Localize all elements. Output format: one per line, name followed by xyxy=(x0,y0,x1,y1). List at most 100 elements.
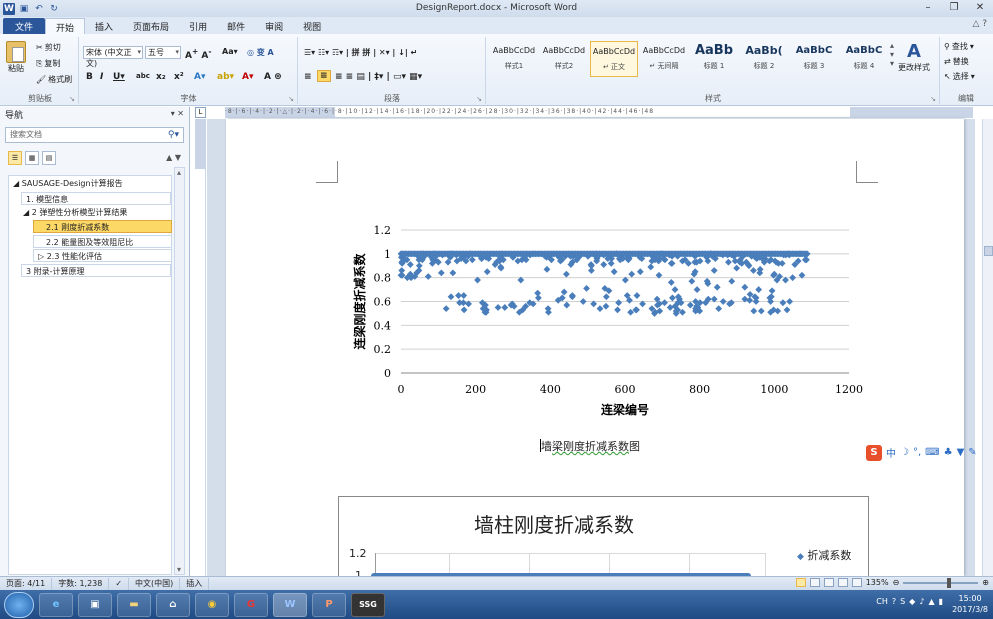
vertical-ruler[interactable] xyxy=(195,119,206,576)
tab-insert[interactable]: 插入 xyxy=(85,18,123,34)
help-icon[interactable]: △ ? xyxy=(972,19,987,29)
italic-icon[interactable]: I xyxy=(100,72,103,82)
tray-lang-icon[interactable]: CH xyxy=(876,597,888,606)
style-no-spacing[interactable]: AaBbCcDd ↵ 无间隔 xyxy=(640,41,688,77)
chart-caption[interactable]: 墙梁刚度折减系数图 xyxy=(540,438,640,454)
results-view-icon[interactable]: ▤ xyxy=(42,151,56,165)
spell-check-icon[interactable]: ✓ xyxy=(109,577,130,590)
status-words[interactable]: 字数: 1,238 xyxy=(52,577,110,590)
close-icon[interactable]: ✕ xyxy=(967,0,993,17)
tree-item-performance[interactable]: ▷ 2.3 性能化评估 xyxy=(33,249,172,262)
font-color-icon[interactable]: A▾ xyxy=(242,72,253,82)
styles-scroll-icon[interactable]: ▴ ▾ ▾ xyxy=(890,41,894,68)
status-mode[interactable]: 插入 xyxy=(180,577,210,590)
font-launcher-icon[interactable]: ↘ xyxy=(288,95,294,103)
ruler-toggle-icon[interactable]: L xyxy=(195,107,206,118)
ssg-icon[interactable]: SSG xyxy=(351,592,385,617)
minimize-icon[interactable]: – xyxy=(915,0,941,17)
copy-button[interactable]: ⎘ 复制 xyxy=(36,58,60,69)
style-heading-4[interactable]: AaBbC 标题 4 xyxy=(840,41,888,77)
style-2[interactable]: AaBbCcDd 样式2 xyxy=(540,41,588,77)
ime-wrench-icon[interactable]: ✎ xyxy=(968,447,976,458)
zoom-slider[interactable] xyxy=(903,577,979,588)
headings-view-icon[interactable]: ☰ xyxy=(8,151,22,165)
nav-scrollbar[interactable] xyxy=(174,167,185,575)
tree-item-appendix[interactable]: 3 附录-计算原理 xyxy=(21,264,171,277)
style-heading-3[interactable]: AaBbC 标题 3 xyxy=(790,41,838,77)
nav-close-icon[interactable]: ▾ ✕ xyxy=(171,109,184,118)
folder-icon[interactable]: ▬ xyxy=(117,592,151,617)
font-size-combo[interactable]: 五号 xyxy=(145,46,181,59)
ime-shirt-icon[interactable]: ▼ xyxy=(957,447,965,458)
tab-file[interactable]: 文件 xyxy=(3,18,46,34)
taskbar-clock[interactable]: 15:00 2017/3/8 xyxy=(952,593,988,615)
align-center-icon[interactable]: ≡ xyxy=(317,70,331,82)
nav-prev-next-icon[interactable]: ▲ ▼ xyxy=(166,152,181,166)
subscript-icon[interactable]: x₂ xyxy=(156,72,166,82)
align-right-icon[interactable]: ≡ ≡ ▤ | ‡▾ | ▭▾ ▦▾ xyxy=(335,72,422,82)
tree-item-stiffness[interactable]: 2.1 刚度折减系数 xyxy=(33,220,172,233)
char-shading-icon[interactable]: A ⊛ xyxy=(264,72,282,82)
ime-keyboard-icon[interactable]: ⌨ xyxy=(925,447,939,458)
ime-lang[interactable]: 中 xyxy=(886,445,896,460)
tray-network-icon[interactable]: ◆ xyxy=(909,597,915,606)
document-scrollbar[interactable] xyxy=(982,119,993,576)
highlight-icon[interactable]: ab▾ xyxy=(217,72,234,82)
redo-icon[interactable]: ↻ xyxy=(48,3,60,15)
tree-item-model-info[interactable]: 1. 模型信息 xyxy=(21,192,171,205)
ime-moon-icon[interactable]: ☽ xyxy=(900,447,909,458)
tray-volume-icon[interactable]: ♪ xyxy=(919,597,924,606)
pages-view-icon[interactable]: ▦ xyxy=(25,151,39,165)
strikethrough-icon[interactable]: abc xyxy=(136,72,150,80)
outline-icon[interactable] xyxy=(837,578,848,587)
tab-home[interactable]: 开始 xyxy=(45,18,86,34)
superscript-icon[interactable]: x² xyxy=(174,72,184,82)
horizontal-ruler[interactable]: ·8·|·6·|·4·|·2·|·△·|·2·|·4·|·6·|·8·|10·|… xyxy=(225,107,973,118)
full-screen-icon[interactable] xyxy=(809,578,820,587)
zoom-out-icon[interactable]: ⊖ xyxy=(893,578,900,587)
underline-icon[interactable]: U▾ xyxy=(113,72,125,82)
paste-button[interactable]: 粘贴 xyxy=(6,41,26,74)
ime-user-icon[interactable]: ♣ xyxy=(944,447,953,458)
word-icon[interactable]: W xyxy=(273,592,307,617)
find-button[interactable]: ⚲ 查找 ▾ xyxy=(944,41,974,52)
zoom-slider-knob[interactable] xyxy=(947,577,952,588)
tree-item-energy[interactable]: 2.2 能量图及等效阻尼比 xyxy=(33,235,172,248)
tab-view[interactable]: 视图 xyxy=(293,18,331,34)
bullets-icon[interactable]: ☰▾ ☷▾ ☶▾ | 拼 拼 | ✕▾ | ↓| ↵ xyxy=(304,47,417,58)
replace-button[interactable]: ⇄ 替换 xyxy=(944,56,969,67)
cut-button[interactable]: ✂ 剪切 xyxy=(36,42,61,53)
style-heading-1[interactable]: AaBb 标题 1 xyxy=(690,41,738,77)
tray-security-icon[interactable]: ▲ xyxy=(928,597,934,606)
tab-page-layout[interactable]: 页面布局 xyxy=(123,18,179,34)
styles-launcher-icon[interactable]: ↘ xyxy=(930,95,936,103)
format-painter-button[interactable]: 🖌 格式刷 xyxy=(36,74,72,85)
restore-icon[interactable]: ❐ xyxy=(941,0,967,17)
change-case-icon[interactable]: Aa▾ xyxy=(222,47,238,56)
text-effects-icon[interactable]: A▾ xyxy=(194,72,205,82)
sogou-logo-icon[interactable]: S xyxy=(866,444,882,461)
select-button[interactable]: ↖ 选择 ▾ xyxy=(944,71,975,82)
style-normal[interactable]: AaBbCcDd ↵ 正文 xyxy=(590,41,638,77)
clipboard-launcher-icon[interactable]: ↘ xyxy=(69,95,75,103)
paragraph-launcher-icon[interactable]: ↘ xyxy=(476,95,482,103)
web-layout-icon[interactable] xyxy=(823,578,834,587)
tree-item-root[interactable]: ◢ SAUSAGE-Design计算报告 xyxy=(13,177,123,190)
search-icon[interactable]: ⚲▾ xyxy=(168,128,179,142)
nav-search-input[interactable]: 搜索文档 ⚲▾ xyxy=(5,127,184,143)
font-name-combo[interactable]: 宋体 (中文正文) xyxy=(83,46,143,68)
save-icon[interactable]: ▣ xyxy=(18,3,30,15)
word-logo-icon[interactable]: W xyxy=(3,2,15,15)
tray-help-icon[interactable]: ? xyxy=(892,597,896,606)
zoom-level[interactable]: 135% xyxy=(866,578,889,587)
tab-references[interactable]: 引用 xyxy=(179,18,217,34)
app-icon[interactable]: ⌂ xyxy=(156,592,190,617)
ime-punct-icon[interactable]: °, xyxy=(913,447,921,458)
clear-format-icon[interactable]: ◎ 变 A xyxy=(247,47,274,58)
tab-mailings[interactable]: 邮件 xyxy=(217,18,255,34)
chrome-icon[interactable]: ◉ xyxy=(195,592,229,617)
draft-icon[interactable] xyxy=(851,578,862,587)
tree-item-results[interactable]: ◢ 2 弹塑性分析模型计算结果 xyxy=(23,206,127,219)
change-styles-button[interactable]: A 更改样式 xyxy=(898,41,930,73)
align-left-icon[interactable]: ≡ xyxy=(304,72,312,82)
